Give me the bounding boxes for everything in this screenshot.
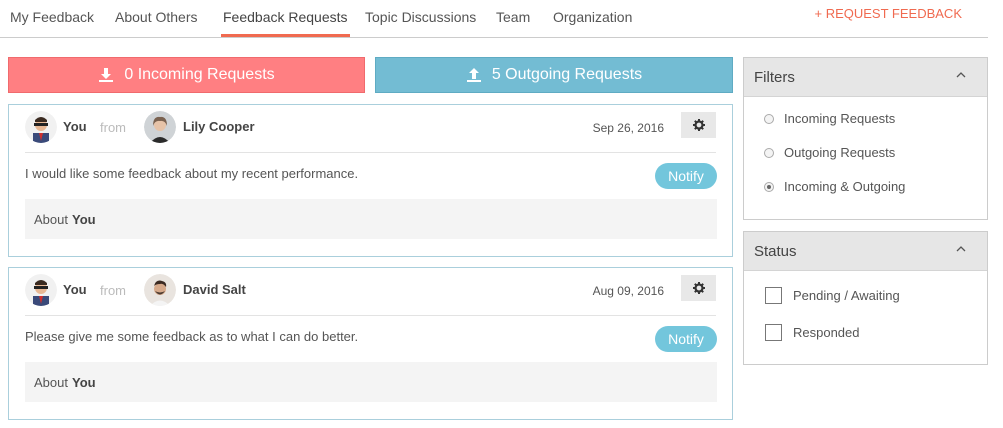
- from-label: from: [100, 120, 126, 135]
- radio-button[interactable]: [764, 181, 774, 192]
- about-subject: You: [71, 211, 96, 227]
- filter-option-label: Outgoing Requests: [784, 145, 896, 160]
- status-option-label: Pending / Awaiting: [793, 288, 900, 303]
- about-label: About: [34, 211, 68, 227]
- checkbox[interactable]: [765, 324, 782, 341]
- gear-icon: [692, 282, 705, 294]
- status-title: Status: [754, 243, 797, 260]
- filter-option-label: Incoming & Outgoing: [784, 179, 906, 194]
- request-date: Aug 09, 2016: [592, 284, 664, 298]
- person-name[interactable]: David Salt: [183, 282, 246, 297]
- upload-icon: [466, 68, 481, 82]
- radio-button[interactable]: [764, 113, 774, 124]
- status-panel: Status Pending / Awaiting Responded: [743, 231, 988, 365]
- request-card-header: You from David Salt Aug 09, 2016: [25, 268, 716, 316]
- person-name[interactable]: Lily Cooper: [183, 119, 255, 134]
- request-card-header: You from Lily Cooper Sep 26, 2016: [25, 105, 716, 153]
- top-nav: My Feedback About Others Feedback Reques…: [0, 0, 988, 38]
- settings-button[interactable]: [681, 275, 716, 301]
- filters-panel: Filters Incoming Requests Outgoing Reque…: [743, 57, 988, 220]
- chevron-up-icon: [956, 246, 966, 252]
- requester-name: You: [63, 119, 87, 134]
- about-label: About: [34, 374, 68, 390]
- avatar: [144, 274, 176, 306]
- requester-name: You: [63, 282, 87, 297]
- chevron-up-icon: [956, 72, 966, 78]
- status-option-label: Responded: [793, 325, 860, 340]
- request-card: You from David Salt Aug 09, 2016 Please …: [8, 267, 733, 420]
- request-feedback-link[interactable]: + REQUEST FEEDBACK: [815, 6, 963, 21]
- status-panel-header[interactable]: Status: [744, 232, 987, 271]
- status-pending-checkbox[interactable]: Pending / Awaiting: [765, 287, 900, 304]
- about-box: About You: [25, 199, 717, 239]
- avatar: [25, 111, 57, 143]
- tab-about-others[interactable]: About Others: [115, 9, 198, 25]
- notify-button[interactable]: Notify: [655, 163, 717, 189]
- request-message: I would like some feedback about my rece…: [25, 166, 359, 181]
- about-subject: You: [71, 374, 96, 390]
- outgoing-requests-label: 5 Outgoing Requests: [491, 66, 643, 83]
- status-responded-checkbox[interactable]: Responded: [765, 324, 860, 341]
- filter-outgoing-radio[interactable]: Outgoing Requests: [764, 145, 895, 160]
- checkbox[interactable]: [765, 287, 782, 304]
- gear-icon: [692, 119, 705, 131]
- about-box: About You: [25, 362, 717, 402]
- radio-button[interactable]: [764, 147, 774, 158]
- tab-organization[interactable]: Organization: [553, 9, 632, 25]
- outgoing-requests-button[interactable]: 5 Outgoing Requests: [375, 57, 733, 93]
- avatar: [144, 111, 176, 143]
- incoming-requests-button[interactable]: 0 Incoming Requests: [8, 57, 365, 93]
- filter-incoming-radio[interactable]: Incoming Requests: [764, 111, 895, 126]
- notify-button[interactable]: Notify: [655, 326, 717, 352]
- filter-both-radio[interactable]: Incoming & Outgoing: [764, 179, 905, 194]
- avatar: [25, 274, 57, 306]
- tab-feedback-requests[interactable]: Feedback Requests: [221, 9, 350, 37]
- tab-my-feedback[interactable]: My Feedback: [10, 9, 94, 25]
- incoming-requests-label: 0 Incoming Requests: [124, 66, 275, 83]
- request-message: Please give me some feedback as to what …: [25, 329, 359, 344]
- filter-option-label: Incoming Requests: [784, 111, 896, 126]
- settings-button[interactable]: [681, 112, 716, 138]
- request-card: You from Lily Cooper Sep 26, 2016 I woul…: [8, 104, 733, 257]
- filters-title: Filters: [754, 69, 795, 86]
- request-date: Sep 26, 2016: [592, 121, 664, 135]
- tab-team[interactable]: Team: [496, 9, 530, 25]
- download-icon: [99, 68, 114, 82]
- filters-panel-header[interactable]: Filters: [744, 58, 987, 97]
- tab-topic-discussions[interactable]: Topic Discussions: [365, 9, 476, 25]
- from-label: from: [100, 283, 126, 298]
